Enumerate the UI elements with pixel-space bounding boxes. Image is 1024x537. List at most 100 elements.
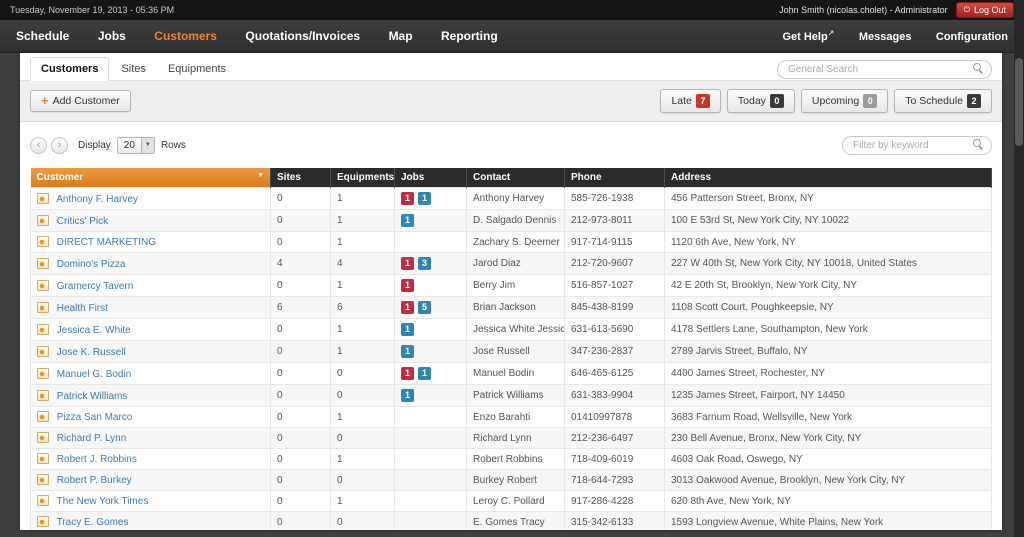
filter-to-schedule-label: To Schedule — [905, 95, 963, 107]
general-search-input[interactable] — [777, 59, 992, 79]
customer-link[interactable]: Richard P. Lynn — [57, 433, 127, 444]
nav-item-jobs[interactable]: Jobs — [98, 29, 126, 43]
nav-messages[interactable]: Messages — [859, 31, 912, 43]
equipments-cell: 4 — [330, 252, 395, 275]
table-row[interactable]: Manuel G. Bodin 0 0 11 Manuel Bodin 646-… — [30, 362, 992, 385]
table-row[interactable]: Pizza San Marco 0 1 Enzo Barahti 0141099… — [30, 406, 992, 428]
customer-link[interactable]: Domino's Pizza — [57, 259, 126, 270]
customer-link[interactable]: DIRECT MARKETING — [57, 237, 156, 248]
address-cell: 4178 Settlers Lane, Southampton, New Yor… — [664, 318, 992, 341]
table-row[interactable]: Tracy E. Gomes 0 0 E. Gomes Tracy 315-34… — [30, 511, 992, 530]
customer-link[interactable]: Robert P. Burkey — [57, 475, 132, 486]
customer-link[interactable]: Patrick Williams — [57, 391, 128, 402]
table-row[interactable]: DIRECT MARKETING 0 1 Zachary S. Deemer 9… — [30, 231, 992, 253]
column-header-phone[interactable]: Phone — [564, 168, 665, 188]
sites-cell: 0 — [270, 274, 331, 297]
column-header-equipments[interactable]: Equipments — [330, 168, 395, 188]
customer-link[interactable]: Anthony F. Harvey — [56, 194, 138, 205]
nav-item-schedule[interactable]: Schedule — [16, 29, 69, 43]
search-icon — [973, 139, 984, 150]
toolbar: + Add Customer Late 7 Today 0 Upcoming 0… — [20, 81, 1002, 122]
customer-link[interactable]: Manuel G. Bodin — [57, 369, 132, 380]
contact-cell: Richard Lynn — [466, 427, 565, 449]
equipments-cell: 0 — [330, 469, 395, 491]
scrollbar-thumb[interactable] — [1015, 58, 1023, 146]
phone-cell: 917-714-9115 — [564, 231, 665, 253]
customer-card-icon — [37, 279, 49, 291]
nav-item-customers[interactable]: Customers — [154, 29, 217, 43]
tab-equipments[interactable]: Equipments — [158, 58, 236, 80]
scheduled-jobs-badge[interactable]: 5 — [418, 301, 431, 314]
column-header-sites[interactable]: Sites — [270, 168, 331, 188]
nav-item-quotations-invoices[interactable]: Quotations/Invoices — [245, 29, 360, 43]
address-cell: 4603 Oak Road, Oswego, NY — [664, 448, 992, 470]
scheduled-jobs-badge[interactable]: 1 — [401, 323, 414, 336]
table-row[interactable]: Jessica E. White 0 1 1 Jessica White Jes… — [30, 318, 992, 341]
logout-button[interactable]: ⏻ Log Out — [955, 2, 1014, 18]
customer-link[interactable]: Jose K. Russell — [57, 347, 126, 358]
page-size-value: 20 — [123, 139, 135, 151]
filter-to-schedule-button[interactable]: To Schedule 2 — [894, 89, 992, 113]
table-row[interactable]: Robert P. Burkey 0 0 Burkey Robert 718-6… — [30, 469, 992, 491]
column-header-contact[interactable]: Contact — [466, 168, 565, 188]
address-cell: 3683 Farnum Road, Wellsville, New York — [664, 406, 992, 428]
contact-cell: Robert Robbins — [466, 448, 565, 470]
column-header-jobs[interactable]: Jobs — [394, 168, 467, 188]
nav-get-help[interactable]: Get Help↗ — [782, 28, 834, 43]
customer-link[interactable]: Health First — [57, 303, 108, 314]
address-cell: 1120 6th Ave, New York, NY — [664, 231, 992, 253]
sites-cell: 0 — [270, 448, 331, 470]
next-page-button[interactable]: › — [51, 136, 68, 154]
scheduled-jobs-badge[interactable]: 3 — [418, 257, 431, 270]
customer-link[interactable]: Pizza San Marco — [57, 412, 133, 423]
customer-link[interactable]: The New York Times — [57, 496, 149, 507]
customer-table: Customer ▼ Sites Equipments Jobs Contact… — [20, 168, 1002, 530]
filter-today-button[interactable]: Today 0 — [726, 89, 795, 113]
table-row[interactable]: Robert J. Robbins 0 1 Robert Robbins 718… — [30, 448, 992, 470]
customer-link[interactable]: Jessica E. White — [57, 325, 131, 336]
table-row[interactable]: Health First 6 6 15 Brian Jackson 845-43… — [30, 296, 992, 319]
column-header-customer[interactable]: Customer ▼ — [30, 168, 271, 188]
customer-link[interactable]: Tracy E. Gomes — [57, 517, 129, 528]
table-row[interactable]: Anthony F. Harvey 0 1 11 Anthony Harvey … — [30, 187, 992, 210]
nav-item-reporting[interactable]: Reporting — [441, 29, 498, 43]
filter-late-button[interactable]: Late 7 — [660, 89, 721, 113]
table-row[interactable]: Richard P. Lynn 0 0 Richard Lynn 212-236… — [30, 427, 992, 449]
scheduled-jobs-badge[interactable]: 1 — [418, 367, 431, 380]
nav-item-map[interactable]: Map — [389, 29, 413, 43]
content-panel: Customers Sites Equipments + Add Custome… — [20, 53, 1002, 530]
phone-cell: 718-409-6019 — [564, 448, 665, 470]
keyword-filter-input[interactable] — [842, 136, 992, 155]
customer-link[interactable]: Critics' Pick — [57, 216, 108, 227]
phone-cell: 516-857-1027 — [564, 274, 665, 297]
column-header-address[interactable]: Address — [664, 168, 992, 188]
scheduled-jobs-badge[interactable]: 1 — [401, 214, 414, 227]
late-jobs-badge[interactable]: 1 — [401, 279, 414, 292]
filter-upcoming-button[interactable]: Upcoming 0 — [800, 89, 889, 113]
late-jobs-badge[interactable]: 1 — [401, 367, 414, 380]
table-row[interactable]: Patrick Williams 0 0 1 Patrick Williams … — [30, 384, 992, 407]
nav-configuration[interactable]: Configuration — [936, 31, 1008, 43]
tab-sites[interactable]: Sites — [111, 58, 155, 80]
sites-cell: 0 — [270, 427, 331, 449]
prev-page-button[interactable]: ‹ — [30, 136, 47, 154]
table-row[interactable]: Domino's Pizza 4 4 13 Jarod Diaz 212-720… — [30, 252, 992, 275]
customer-link[interactable]: Gramercy Tavern — [57, 281, 134, 292]
customer-link[interactable]: Robert J. Robbins — [57, 454, 137, 465]
table-row[interactable]: Jose K. Russell 0 1 1 Jose Russell 347-2… — [30, 340, 992, 363]
table-row[interactable]: Gramercy Tavern 0 1 1 Berry Jim 516-857-… — [30, 274, 992, 297]
add-customer-button[interactable]: + Add Customer — [30, 90, 131, 112]
scheduled-jobs-badge[interactable]: 1 — [401, 389, 414, 402]
page-size-select[interactable]: 20 ▼ — [116, 136, 155, 154]
late-jobs-badge[interactable]: 1 — [401, 301, 414, 314]
late-jobs-badge[interactable]: 1 — [401, 257, 414, 270]
page-scrollbar[interactable] — [1014, 0, 1024, 537]
table-controls: ‹ › Display 20 ▼ Rows — [20, 122, 1002, 168]
scheduled-jobs-badge[interactable]: 1 — [418, 192, 431, 205]
scheduled-jobs-badge[interactable]: 1 — [401, 345, 414, 358]
filter-upcoming-label: Upcoming — [811, 95, 860, 107]
table-row[interactable]: Critics' Pick 0 1 1 D. Salgado Dennis 21… — [30, 209, 992, 232]
table-row[interactable]: The New York Times 0 1 Leroy C. Pollard … — [30, 490, 992, 512]
tab-customers[interactable]: Customers — [30, 57, 110, 81]
late-jobs-badge[interactable]: 1 — [401, 192, 414, 205]
